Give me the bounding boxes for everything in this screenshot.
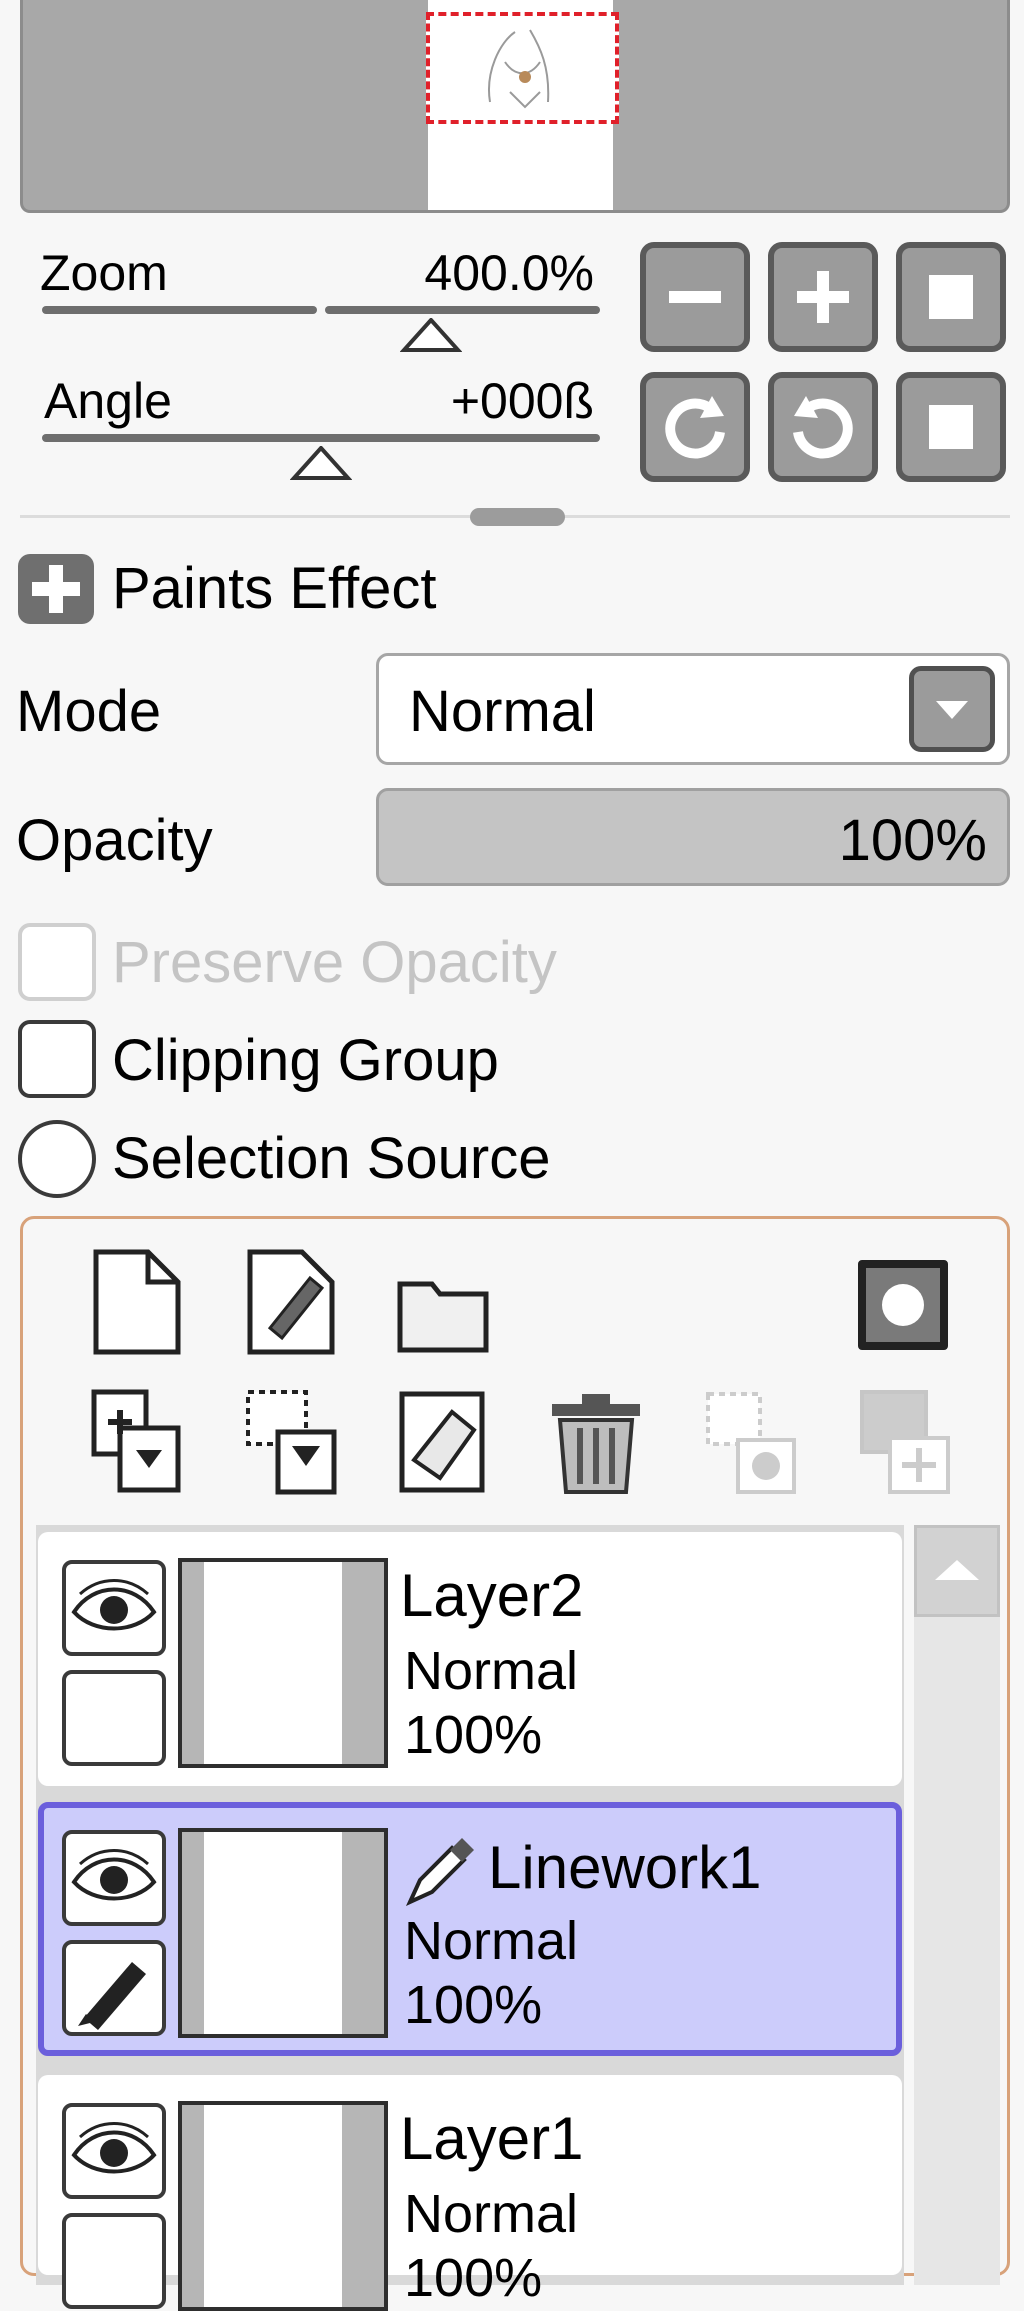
plus-icon [797,271,849,323]
opacity-slider[interactable]: 100% [376,788,1010,886]
transfer-down-icon[interactable] [86,1388,186,1498]
square-icon [929,275,973,319]
merge-all-icon [860,1390,950,1494]
zoom-reset-button[interactable] [896,242,1006,352]
selection-source-label: Selection Source [112,1126,551,1191]
layer-thumbnail [178,2101,388,2311]
preserve-opacity-checkbox[interactable] [18,923,96,1001]
clipping-group-checkbox[interactable] [18,1020,96,1098]
layer-name: Linework1 [488,1834,762,1901]
new-folder-icon[interactable] [394,1255,494,1365]
rotate-left-button[interactable] [640,372,750,482]
layer-row-layer1[interactable]: Layer1 Normal 100% [38,2075,902,2311]
layer-name: Layer2 [400,1562,584,1629]
delete-layer-icon[interactable] [546,1388,646,1498]
layer-mode: Normal [404,1641,579,1701]
opacity-value: 100% [838,808,987,873]
visibility-toggle[interactable] [62,1830,166,1926]
layer-row-layer2[interactable]: Layer2 Normal 100% [38,1532,902,1786]
mode-label: Mode [16,679,162,744]
eye-icon [71,2122,157,2174]
layer-mode: Normal [404,1911,579,1971]
mode-value: Normal [409,679,596,744]
clipping-group-label: Clipping Group [112,1028,499,1093]
zoom-label: Zoom [40,245,168,301]
opacity-label: Opacity [16,808,213,873]
layer-opacity: 100% [404,1975,543,2035]
zoom-slider-thumb[interactable] [400,318,462,354]
zoom-track-left [42,306,317,314]
merge-visible-icon [706,1392,796,1494]
layer-opacity: 100% [404,2248,543,2308]
layer-row-linework1[interactable]: Linework1 Normal 100% [38,1802,902,2056]
resize-grip[interactable] [470,508,565,526]
merge-down-icon[interactable] [240,1388,340,1498]
minus-icon [669,291,721,303]
blend-mode-select[interactable]: Normal [376,653,1010,765]
layer-list-scrollbar[interactable] [914,1525,1000,2285]
expand-plus-icon[interactable] [18,554,94,624]
linework-edit-toggle[interactable] [62,1940,166,2036]
eye-icon [71,1579,157,1631]
layer-thumbnail [178,1828,388,2038]
zoom-out-button[interactable] [640,242,750,352]
preserve-opacity-label: Preserve Opacity [112,930,557,995]
pen-icon [78,1962,146,2030]
chevron-down-icon[interactable] [909,666,995,752]
visibility-toggle[interactable] [62,2103,166,2199]
visibility-toggle[interactable] [62,1560,166,1656]
scroll-up-arrow-icon[interactable] [914,1525,1000,1617]
paints-effect-label: Paints Effect [112,556,437,621]
square-icon [929,405,973,449]
rotate-cw-icon [793,396,853,459]
clear-layer-icon[interactable] [394,1388,494,1498]
layer-thumbnail [178,1558,388,1768]
selection-source-radio[interactable] [18,1120,96,1198]
layer-name: Layer1 [400,2105,584,2172]
angle-slider-thumb[interactable] [290,446,352,482]
layer-lock-toggle[interactable] [62,1670,166,1766]
eye-icon [71,1849,157,1901]
rotate-right-button[interactable] [768,372,878,482]
layer-lock-toggle[interactable] [62,2213,166,2309]
layer-mode: Normal [404,2184,579,2244]
new-linework-layer-icon[interactable] [240,1248,340,1358]
mask-icon[interactable] [858,1260,948,1350]
navigator-viewport[interactable] [426,12,619,124]
angle-track[interactable] [42,434,600,442]
new-layer-icon[interactable] [86,1248,186,1358]
angle-value: +000ß [450,373,594,429]
layer-opacity: 100% [404,1705,543,1765]
zoom-value: 400.0% [424,245,594,301]
navigator-preview[interactable] [20,0,1010,213]
linework-nib-icon [405,1838,474,1907]
angle-reset-button[interactable] [896,372,1006,482]
zoom-track-right[interactable] [325,306,600,314]
angle-label: Angle [44,373,172,429]
sketch-thumbnail-icon [488,29,550,109]
rotate-ccw-icon [665,396,725,459]
zoom-in-button[interactable] [768,242,878,352]
